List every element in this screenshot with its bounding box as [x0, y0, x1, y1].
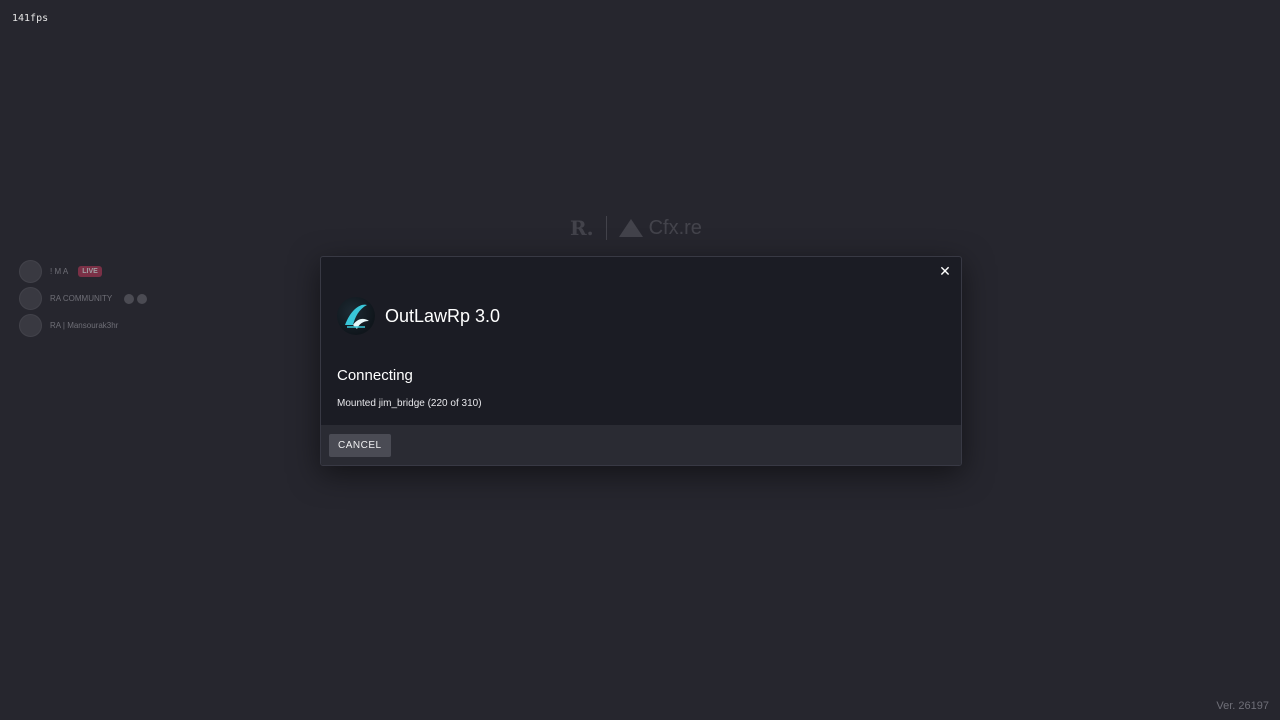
- status-title: Connecting: [337, 367, 413, 384]
- cfx-text: Cfx.re: [648, 216, 702, 239]
- cfx-brand: Cfx.re: [618, 216, 702, 240]
- discord-icon: [137, 293, 148, 304]
- server-logo-icon: [337, 297, 375, 335]
- avatar: [19, 260, 42, 283]
- close-icon[interactable]: ✕: [937, 263, 953, 279]
- live-badge: LIVE: [78, 266, 102, 277]
- dialog-footer: CANCEL: [321, 425, 961, 465]
- version-label: Ver. 26197: [1216, 700, 1269, 712]
- status-detail: Mounted jim_bridge (220 of 310): [337, 398, 482, 409]
- stream-item[interactable]: RA COMMUNITY: [19, 285, 148, 312]
- avatar: [19, 287, 42, 310]
- twitter-icon: [124, 293, 135, 304]
- live-streams-list: ! M A LIVE RA COMMUNITY RA | Mansourak3h…: [19, 258, 148, 339]
- cfx-logo-icon: [618, 219, 643, 237]
- dialog-body: ✕ OutLawRp 3.0 Connecting Mounted jim_br…: [321, 257, 961, 425]
- stream-name: RA COMMUNITY: [50, 294, 113, 303]
- server-header: OutLawRp 3.0: [337, 297, 500, 335]
- cancel-button[interactable]: CANCEL: [329, 433, 391, 457]
- game-loading-screen: 141fps R. Cfx.re ! M A LIVE RA COMMUNITY…: [0, 0, 1280, 720]
- social-icons: [124, 293, 148, 304]
- rockstar-logo-icon: R.: [570, 216, 594, 240]
- stream-item[interactable]: ! M A LIVE: [19, 258, 147, 285]
- fps-counter: 141fps: [12, 13, 49, 24]
- avatar: [19, 314, 42, 337]
- stream-item[interactable]: RA | Mansourak3hr: [19, 312, 147, 339]
- brand-divider: [605, 216, 607, 240]
- background-brand: R. Cfx.re: [570, 216, 702, 240]
- stream-name: ! M A: [50, 267, 69, 276]
- connecting-dialog: ✕ OutLawRp 3.0 Connecting Mounted jim_br…: [320, 256, 962, 466]
- server-name: OutLawRp 3.0: [385, 305, 501, 326]
- stream-name: RA | Mansourak3hr: [50, 321, 119, 330]
